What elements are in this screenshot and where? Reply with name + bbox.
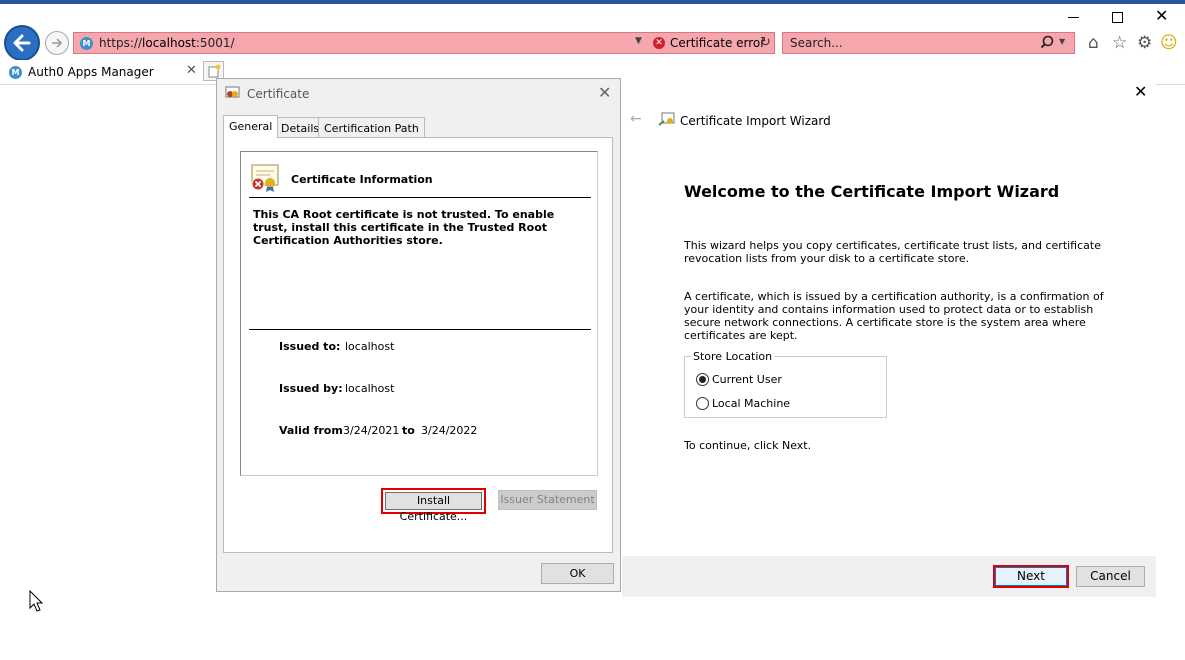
home-icon[interactable]: ⌂ bbox=[1088, 33, 1099, 53]
search-placeholder: Search... bbox=[790, 36, 843, 50]
cert-error-icon[interactable]: ✕ bbox=[653, 37, 665, 49]
address-dropdown-icon[interactable]: ▼ bbox=[635, 36, 642, 46]
issued-by-value: localhost bbox=[345, 382, 395, 395]
settings-gear-icon[interactable]: ⚙ bbox=[1137, 33, 1152, 53]
certificate-wizard-icon bbox=[658, 112, 675, 126]
certificate-info-panel: Certificate Information This CA Root cer… bbox=[240, 151, 598, 476]
divider bbox=[249, 197, 591, 198]
smiley-feedback-icon[interactable]: ☺ bbox=[1160, 33, 1178, 53]
tab-certification-path[interactable]: Certification Path bbox=[318, 117, 425, 138]
maximize-button[interactable] bbox=[1112, 12, 1123, 23]
issued-by-label: Issued by: bbox=[279, 382, 343, 395]
issued-to-value: localhost bbox=[345, 340, 395, 353]
valid-to-label: to bbox=[402, 424, 415, 437]
valid-to-value: 3/24/2022 bbox=[421, 424, 478, 437]
tab-favicon-icon: M bbox=[9, 65, 22, 79]
certificate-icon bbox=[225, 86, 240, 98]
search-box[interactable]: Search... ▼ bbox=[782, 32, 1075, 54]
local-machine-radio[interactable] bbox=[696, 397, 709, 410]
wizard-title: Certificate Import Wizard bbox=[680, 114, 831, 128]
continue-instruction: To continue, click Next. bbox=[684, 439, 812, 452]
back-arrow-icon bbox=[13, 34, 31, 52]
current-user-label[interactable]: Current User bbox=[712, 373, 782, 386]
wizard-close-button[interactable]: ✕ bbox=[1134, 82, 1147, 101]
browser-tab[interactable]: M Auth0 Apps Manager ✕ bbox=[4, 60, 202, 84]
search-icon[interactable] bbox=[1040, 35, 1054, 49]
wizard-back-icon[interactable]: ← bbox=[630, 111, 642, 127]
url-scheme: https:// bbox=[99, 36, 143, 50]
forward-button[interactable] bbox=[45, 31, 69, 55]
tab-close-icon[interactable]: ✕ bbox=[186, 63, 197, 78]
refresh-icon[interactable]: ↻ bbox=[760, 35, 771, 50]
address-bar[interactable]: M https://localhost:5001/ ▼ ✕ Certificat… bbox=[73, 32, 775, 54]
next-label: Next bbox=[995, 567, 1067, 586]
url-text[interactable]: https://localhost:5001/ bbox=[99, 36, 235, 50]
window-close-button[interactable]: ✕ bbox=[1155, 6, 1168, 25]
site-favicon-icon: M bbox=[80, 36, 93, 50]
install-certificate-label: Install Certificate... bbox=[385, 492, 482, 523]
issuer-statement-button: Issuer Statement bbox=[498, 490, 597, 510]
forward-arrow-icon bbox=[52, 38, 63, 48]
install-certificate-button[interactable]: Install Certificate... bbox=[381, 488, 486, 523]
valid-from-value: 3/24/2021 bbox=[343, 424, 400, 437]
window-top-border bbox=[0, 0, 1185, 4]
search-dropdown-icon[interactable]: ▼ bbox=[1059, 37, 1065, 46]
tab-general[interactable]: General bbox=[223, 115, 279, 138]
certificate-import-wizard: ✕ ← Certificate Import Wizard Welcome to… bbox=[622, 76, 1156, 597]
cancel-button[interactable]: Cancel bbox=[1076, 566, 1145, 587]
minimize-button[interactable] bbox=[1067, 9, 1081, 23]
valid-from-label: Valid from bbox=[279, 424, 343, 437]
url-host: localhost bbox=[142, 36, 196, 50]
wizard-intro-text: This wizard helps you copy certificates,… bbox=[684, 239, 1101, 265]
untrusted-warning-text: This CA Root certificate is not trusted.… bbox=[253, 208, 555, 247]
next-button[interactable]: Next bbox=[993, 565, 1069, 588]
local-machine-label[interactable]: Local Machine bbox=[712, 397, 790, 410]
issued-to-label: Issued to: bbox=[279, 340, 341, 353]
certificate-dialog: Certificate ✕ General Details Certificat… bbox=[216, 78, 621, 592]
cert-error-label[interactable]: Certificate error bbox=[670, 36, 765, 50]
wizard-footer: Next Cancel bbox=[622, 556, 1156, 597]
tab-label: Auth0 Apps Manager bbox=[28, 65, 154, 79]
certificate-dialog-title: Certificate bbox=[247, 87, 310, 101]
untrusted-certificate-icon bbox=[251, 164, 279, 192]
mouse-cursor-icon bbox=[29, 590, 43, 612]
store-location-group: Store Location Current User Local Machin… bbox=[684, 350, 887, 418]
store-location-label: Store Location bbox=[691, 350, 775, 363]
divider bbox=[249, 329, 591, 330]
certificate-close-button[interactable]: ✕ bbox=[598, 83, 611, 102]
wizard-heading: Welcome to the Certificate Import Wizard bbox=[684, 182, 1060, 201]
wizard-description-text: A certificate, which is issued by a cert… bbox=[684, 290, 1104, 342]
new-tab-icon bbox=[208, 64, 220, 78]
url-port: :5001/ bbox=[195, 36, 235, 50]
certificate-info-title: Certificate Information bbox=[291, 173, 433, 186]
favorites-star-icon[interactable]: ☆ bbox=[1112, 33, 1127, 53]
ok-button[interactable]: OK bbox=[541, 563, 614, 584]
back-button[interactable] bbox=[4, 25, 40, 61]
current-user-radio[interactable] bbox=[696, 373, 709, 386]
